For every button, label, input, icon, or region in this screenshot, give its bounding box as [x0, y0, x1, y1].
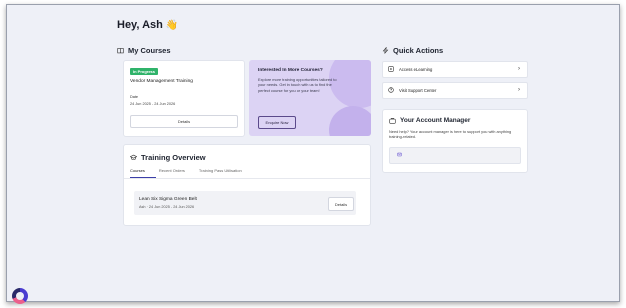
active-tab-indicator: [130, 177, 156, 178]
lightning-icon: [382, 46, 389, 54]
course-details-button[interactable]: Details: [130, 115, 238, 128]
row-course-title: Lean Six Sigma Green Belt: [139, 197, 197, 202]
promo-text: Explore more training opportunities tail…: [258, 77, 337, 93]
enquire-now-button[interactable]: Enquire Now: [258, 116, 296, 129]
training-overview-card: Training Overview Courses Recent Orders …: [123, 144, 371, 226]
status-badge: In Progress: [130, 68, 159, 75]
account-manager-contact[interactable]: [389, 147, 521, 164]
date-label: Date: [130, 95, 139, 99]
mail-icon: [397, 152, 402, 159]
graduation-cap-icon: [129, 154, 138, 161]
course-card: In Progress Vendor Management Training D…: [123, 60, 245, 137]
briefcase-icon: [389, 117, 396, 124]
quick-action-label: Access eLearning: [399, 67, 433, 72]
greeting-text: Hey, Ash: [117, 19, 163, 31]
chevron-right-icon: ›: [518, 87, 520, 93]
quick-action-access-elearning[interactable]: Access eLearning ›: [382, 61, 528, 78]
tab-training-pass-utilisation[interactable]: Training Pass Utilisation: [199, 168, 242, 178]
app-logo[interactable]: [12, 288, 28, 304]
training-overview-heading: Training Overview: [129, 153, 206, 162]
account-manager-card: Your Account Manager Need help? Your acc…: [382, 109, 528, 173]
row-course-meta: Ash · 24 Jun 2025 - 24 Jun 2026: [139, 205, 195, 209]
account-manager-heading: Your Account Manager: [389, 117, 470, 124]
greeting-title: Hey, Ash 👋: [117, 19, 178, 31]
quick-actions-title: Quick Actions: [393, 46, 444, 55]
app-window: Hey, Ash 👋 My Courses In Progress Vendor …: [6, 4, 620, 302]
my-courses-title: My Courses: [128, 46, 171, 55]
play-square-icon: [388, 66, 394, 72]
quick-action-label: Visit Support Center: [399, 88, 437, 93]
tab-recent-orders[interactable]: Recent Orders: [159, 168, 185, 178]
course-name: Vendor Management Training: [130, 79, 193, 84]
date-value: 24 Jun 2025 - 24 Jun 2026: [130, 102, 176, 106]
tabs-divider: [124, 178, 370, 179]
wave-emoji-icon: 👋: [165, 20, 179, 31]
quick-actions-heading: Quick Actions: [382, 46, 443, 55]
account-manager-text: Need help? Your account manager is here …: [389, 129, 512, 140]
account-manager-title: Your Account Manager: [400, 117, 471, 124]
chevron-right-icon: ›: [518, 66, 520, 72]
quick-action-visit-support-center[interactable]: Visit Support Center ›: [382, 82, 528, 99]
table-row: Lean Six Sigma Green Belt Ash · 24 Jun 2…: [134, 191, 356, 215]
row-details-button[interactable]: Details: [328, 197, 354, 211]
training-overview-title: Training Overview: [141, 153, 206, 162]
my-courses-heading: My Courses: [117, 46, 171, 55]
promo-title: Interested In More Courses?: [258, 68, 323, 73]
help-circle-icon: [388, 87, 394, 93]
promo-card: Interested In More Courses? Explore more…: [249, 60, 371, 136]
promo-decoration: [329, 106, 371, 136]
book-icon: [117, 47, 124, 54]
